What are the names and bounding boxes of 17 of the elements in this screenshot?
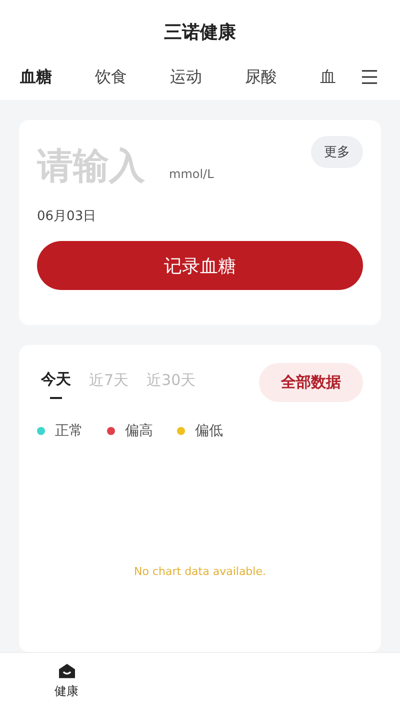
more-button[interactable]: 更多 [311, 136, 363, 168]
legend-label: 正常 [55, 422, 83, 440]
home-icon [58, 663, 76, 679]
date-label[interactable]: 06月03日 [37, 207, 363, 225]
category-tab[interactable]: 血 [320, 66, 336, 88]
legend-label: 偏低 [195, 422, 223, 440]
category-tab[interactable]: 血糖 [20, 66, 52, 88]
category-tab[interactable]: 运动 [170, 66, 202, 88]
empty-chart-message: No chart data available. [133, 565, 267, 578]
app-title: 三诺健康 [163, 21, 237, 45]
nav-item[interactable]: 健康 [0, 653, 133, 711]
category-tab[interactable]: 尿酸 [245, 66, 277, 88]
legend-label: 偏高 [125, 422, 153, 440]
category-tab[interactable]: 饮食 [95, 66, 127, 88]
record-button[interactable]: 记录血糖 [37, 241, 363, 290]
all-data-button[interactable]: 全部数据 [259, 363, 363, 402]
unit-label: mmol/L [169, 167, 214, 181]
